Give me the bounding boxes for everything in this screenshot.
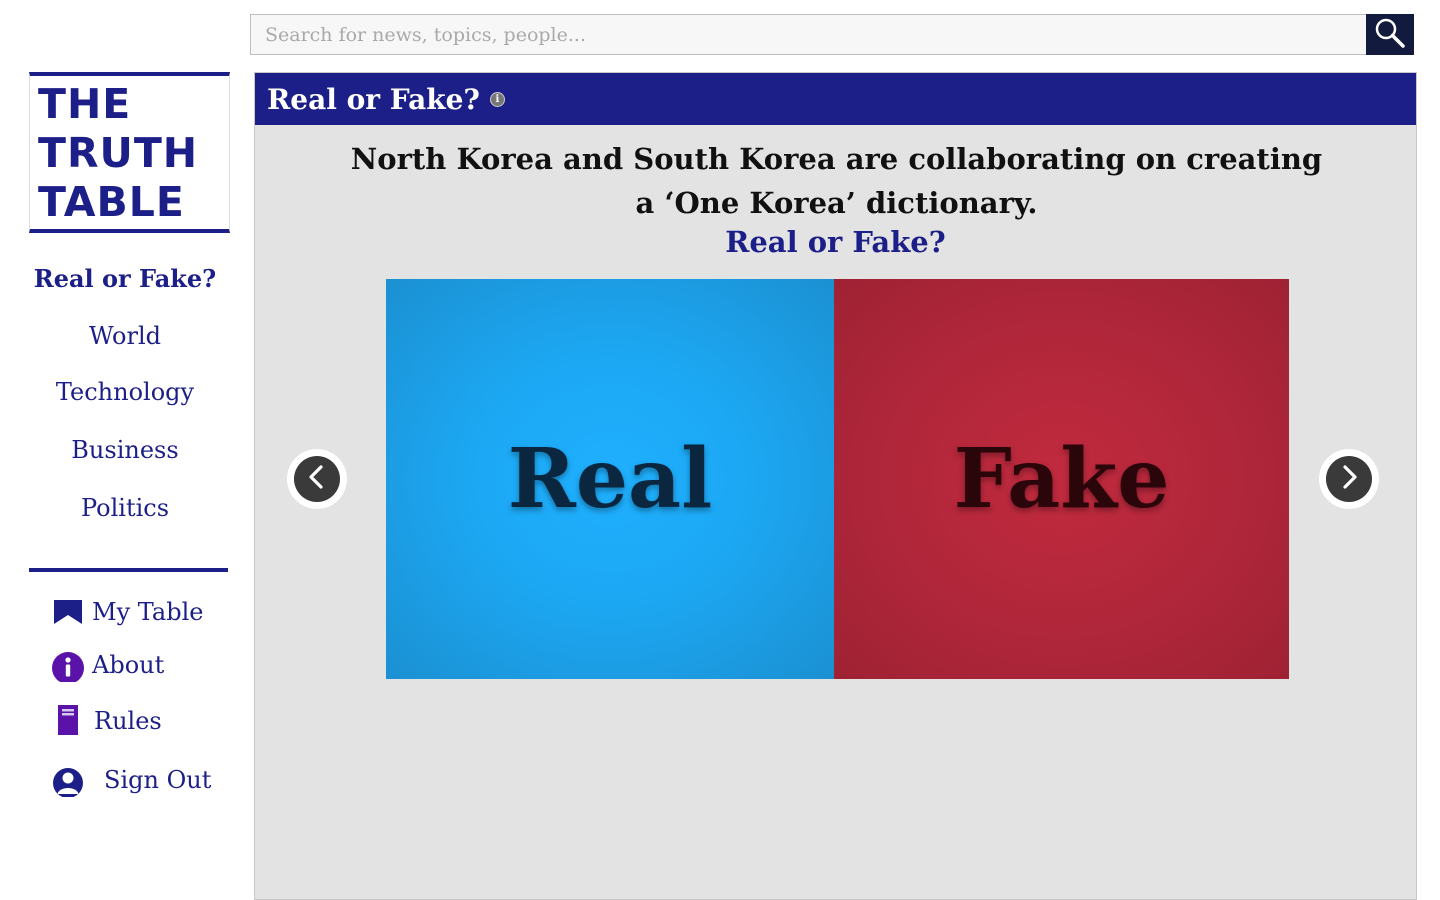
nav-item-world[interactable]: World <box>20 322 230 350</box>
real-label: Real <box>507 431 713 527</box>
fake-button[interactable]: Fake <box>834 279 1289 679</box>
search-button[interactable] <box>1366 14 1414 55</box>
sidebar-divider <box>29 568 228 572</box>
nav-item-technology[interactable]: Technology <box>20 378 230 406</box>
rules-label: Rules <box>94 707 162 735</box>
chevron-right-icon <box>1338 464 1360 494</box>
info-icon <box>50 648 86 682</box>
panel-header: Real or Fake? i <box>255 73 1416 125</box>
nav-item-real-or-fake[interactable]: Real or Fake? <box>20 264 230 293</box>
chevron-left-icon <box>306 464 328 494</box>
panel-title: Real or Fake? <box>267 82 480 116</box>
rules-link[interactable]: Rules <box>50 703 162 739</box>
previous-button[interactable] <box>287 449 347 509</box>
real-button[interactable]: Real <box>386 279 834 679</box>
search-icon <box>1373 16 1407 54</box>
question-prompt: Real or Fake? <box>725 225 946 259</box>
quiz-panel: Real or Fake? i North Korea and South Ko… <box>254 72 1417 900</box>
sign-out-link[interactable]: Sign Out <box>50 762 211 798</box>
fake-label: Fake <box>953 431 1170 527</box>
about-label: About <box>92 651 165 679</box>
sign-out-label: Sign Out <box>104 766 212 794</box>
nav-item-politics[interactable]: Politics <box>20 494 230 522</box>
search-input[interactable] <box>251 15 1367 54</box>
book-icon <box>50 704 86 738</box>
about-link[interactable]: About <box>50 647 164 683</box>
next-button[interactable] <box>1319 449 1379 509</box>
logo-line-2: TRUTH <box>38 129 199 177</box>
my-table-link[interactable]: My Table <box>50 594 203 630</box>
nav-item-business[interactable]: Business <box>20 436 230 464</box>
info-icon[interactable]: i <box>489 91 505 107</box>
my-table-label: My Table <box>92 598 204 626</box>
headline: North Korea and South Korea are collabor… <box>350 142 1323 220</box>
site-logo[interactable]: THE TRUTH TABLE <box>29 72 230 233</box>
logo-line-3: TABLE <box>38 178 185 226</box>
user-icon <box>50 763 86 797</box>
search-bar <box>250 14 1414 55</box>
logo-line-1: THE <box>38 80 132 128</box>
bookmark-icon <box>50 598 86 626</box>
